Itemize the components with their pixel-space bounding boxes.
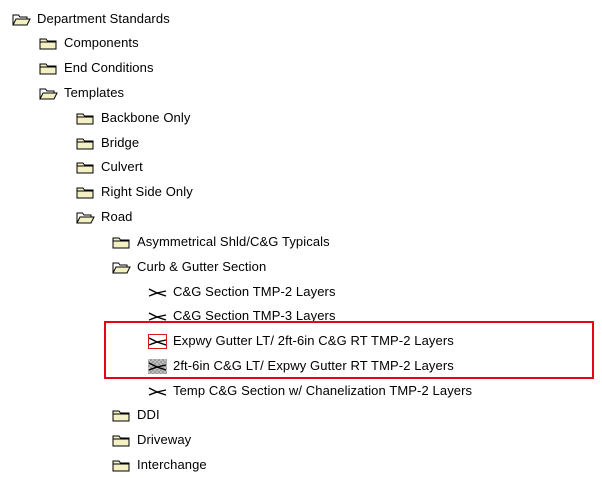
tree-item-curb-gutter-section[interactable]: Curb & Gutter Section [112, 257, 266, 277]
folder-icon [76, 136, 95, 151]
tree-item-label: C&G Section TMP-3 Layers [173, 308, 336, 323]
tree-item-label: C&G Section TMP-2 Layers [173, 284, 336, 299]
folder-icon [39, 61, 58, 76]
tree-item-interchange[interactable]: Interchange [112, 455, 207, 475]
tree-item-label: Components [64, 35, 139, 50]
tree-item-cg-section-tmp3[interactable]: C&G Section TMP-3 Layers [148, 306, 336, 326]
folder-icon [112, 433, 131, 448]
tree-item-label: Templates [64, 85, 125, 100]
tree-item-ddi[interactable]: DDI [112, 405, 160, 425]
folder-open-icon [76, 210, 95, 225]
tree-item-cg-section-tmp2[interactable]: C&G Section TMP-2 Layers [148, 282, 336, 302]
tree-item-department-standards[interactable]: Department Standards [12, 9, 170, 29]
tree-item-right-side-only[interactable]: Right Side Only [76, 182, 193, 202]
tree-item-label: End Conditions [64, 60, 154, 75]
template-icon [148, 384, 167, 399]
tree-item-label: Driveway [137, 432, 192, 447]
tree-item-label: Asymmetrical Shld/C&G Typicals [137, 234, 330, 249]
tree-item-asymmetrical-shld[interactable]: Asymmetrical Shld/C&G Typicals [112, 232, 330, 252]
folder-icon [39, 36, 58, 51]
tree-item-templates[interactable]: Templates [39, 83, 124, 103]
folder-icon [112, 408, 131, 423]
tree-item-end-conditions[interactable]: End Conditions [39, 58, 154, 78]
tree-item-label: 2ft-6in C&G LT/ Expwy Gutter RT TMP-2 La… [173, 358, 454, 373]
tree-item-label: Expwy Gutter LT/ 2ft-6in C&G RT TMP-2 La… [173, 333, 454, 348]
folder-icon [76, 160, 95, 175]
tree-item-label: Road [101, 209, 133, 224]
tree-item-road[interactable]: Road [76, 207, 132, 227]
folder-icon [76, 111, 95, 126]
template-icon [148, 285, 167, 300]
tree-item-backbone-only[interactable]: Backbone Only [76, 108, 190, 128]
tree-item-components[interactable]: Components [39, 33, 139, 53]
tree-item-label: Temp C&G Section w/ Chanelization TMP-2 … [173, 383, 473, 398]
tree-item-label: DDI [137, 407, 160, 422]
tree-item-driveway[interactable]: Driveway [112, 430, 191, 450]
tree-item-label: Department Standards [37, 11, 170, 26]
tree-item-2ft6in-cg-lt[interactable]: 2ft-6in C&G LT/ Expwy Gutter RT TMP-2 La… [148, 356, 454, 376]
folder-open-icon [39, 86, 58, 101]
folder-icon [112, 458, 131, 473]
tree-item-label: Right Side Only [101, 184, 193, 199]
tree-item-culvert[interactable]: Culvert [76, 157, 143, 177]
template-icon [148, 333, 167, 349]
tree-item-label: Bridge [101, 135, 140, 150]
template-icon [148, 358, 167, 374]
tree-item-expwy-gutter-lt[interactable]: Expwy Gutter LT/ 2ft-6in C&G RT TMP-2 La… [148, 331, 454, 351]
tree-item-bridge[interactable]: Bridge [76, 133, 139, 153]
tree-item-temp-cg-section[interactable]: Temp C&G Section w/ Chanelization TMP-2 … [148, 381, 472, 401]
tree-item-label: Interchange [137, 457, 207, 472]
tree-item-label: Culvert [101, 159, 143, 174]
folder-open-icon [12, 12, 31, 27]
folder-open-icon [112, 260, 131, 275]
tree-item-label: Backbone Only [101, 110, 191, 125]
template-icon [148, 309, 167, 324]
folder-icon [76, 185, 95, 200]
tree-item-label: Curb & Gutter Section [137, 259, 267, 274]
folder-icon [112, 235, 131, 250]
